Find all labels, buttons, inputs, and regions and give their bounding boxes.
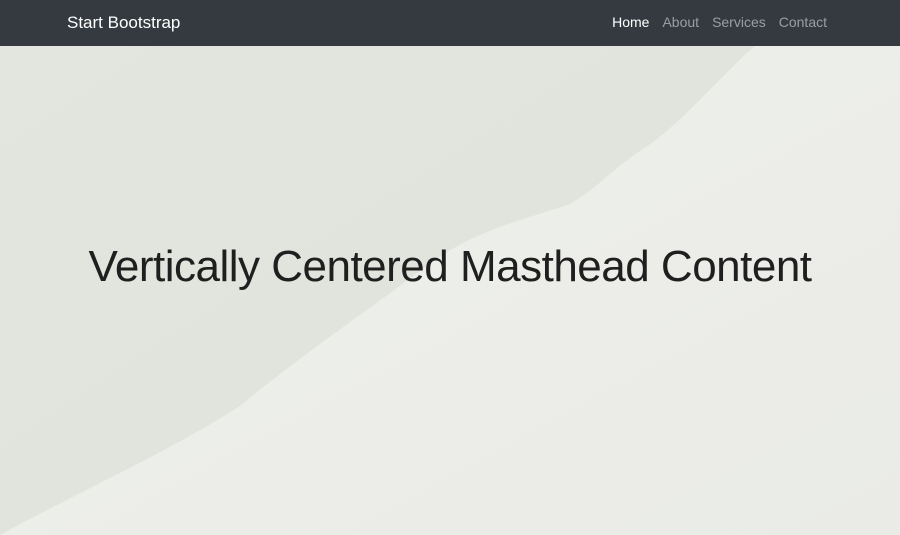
nav-item-home: Home (612, 14, 649, 32)
masthead-headline: Vertically Centered Masthead Content (88, 242, 812, 291)
nav-item-contact: Contact (779, 14, 827, 32)
nav-link-about[interactable]: About (662, 14, 699, 30)
navbar: Start Bootstrap Home About Services Cont… (0, 0, 900, 46)
nav-item-services: Services (712, 14, 766, 32)
masthead: Vertically Centered Masthead Content (0, 46, 900, 535)
nav-link-home[interactable]: Home (612, 14, 649, 30)
nav-links: Home About Services Contact (612, 0, 827, 46)
nav-item-about: About (662, 14, 699, 32)
nav-link-services[interactable]: Services (712, 14, 766, 30)
nav-link-contact[interactable]: Contact (779, 14, 827, 30)
brand-link[interactable]: Start Bootstrap (67, 0, 180, 46)
